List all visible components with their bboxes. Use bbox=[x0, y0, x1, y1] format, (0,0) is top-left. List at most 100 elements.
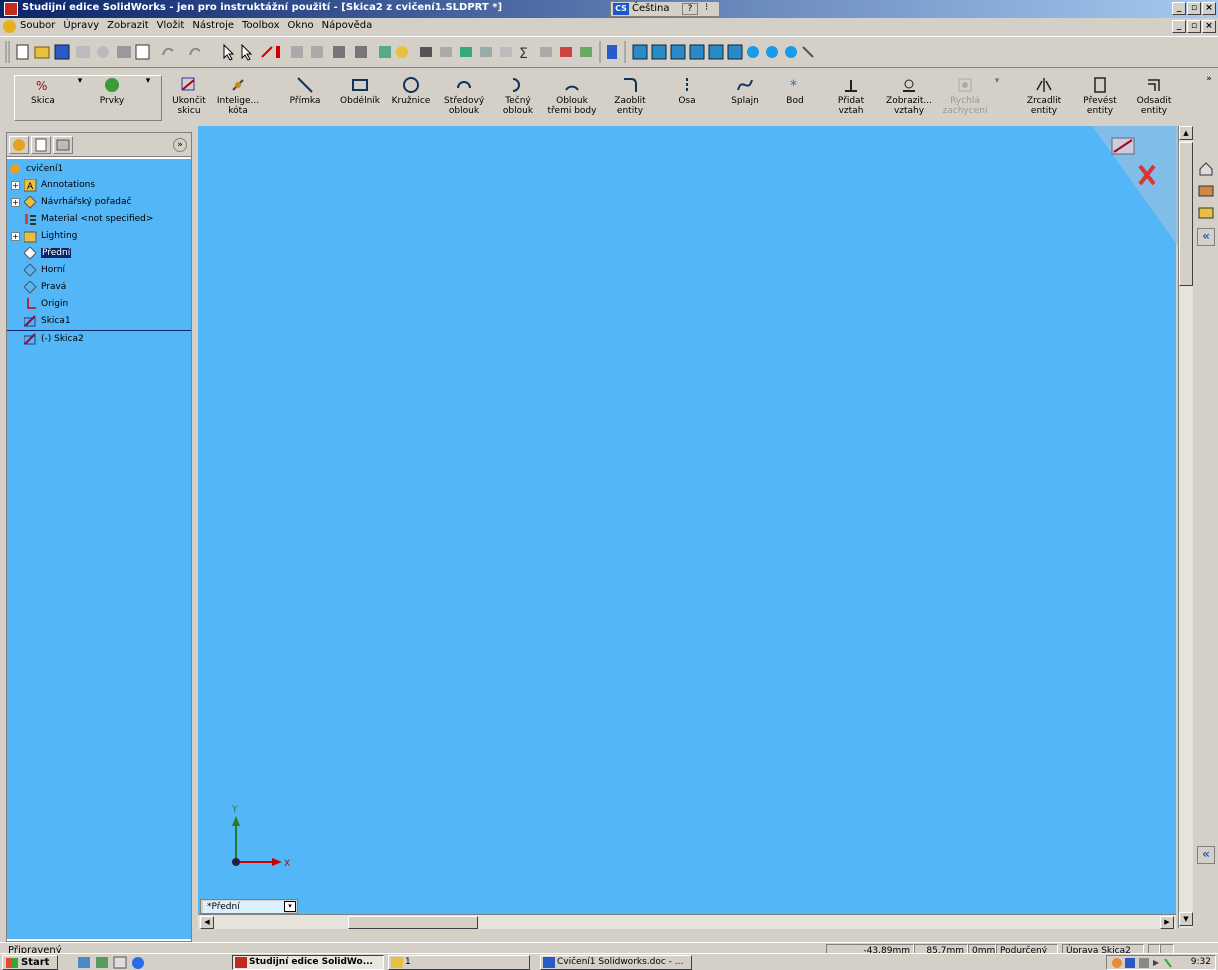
doc-maximize-button[interactable]: ▫ bbox=[1187, 20, 1201, 33]
sketch-fillet-icon bbox=[624, 78, 637, 92]
vertical-scroll-thumb[interactable] bbox=[1179, 142, 1193, 286]
solidworks-app-icon[interactable] bbox=[4, 2, 18, 16]
system-tray: 9:32 bbox=[1106, 955, 1216, 970]
tree-plane-top[interactable]: Horní bbox=[24, 262, 65, 278]
menu-zobrazit[interactable]: Zobrazit bbox=[107, 20, 149, 31]
tree-material[interactable]: Material <not specified> bbox=[24, 211, 153, 227]
language-code: CS bbox=[613, 3, 629, 15]
rychla-zachyceni-dropdown[interactable]: ▾ bbox=[990, 76, 1004, 86]
prvky-tab[interactable]: Prvky bbox=[94, 76, 130, 106]
prvky-dropdown[interactable]: ▾ bbox=[140, 76, 156, 86]
tray-icons[interactable] bbox=[1111, 957, 1181, 969]
odsadit-entity-button[interactable]: Odsadit entity bbox=[1134, 76, 1174, 116]
more-commands-button[interactable]: » bbox=[1204, 74, 1214, 84]
tree-root[interactable]: cvičení1 bbox=[9, 161, 63, 177]
prevest-entity-button[interactable]: Převést entity bbox=[1080, 76, 1120, 116]
window-title: Studijní edice SolidWorks - jen pro inst… bbox=[22, 2, 503, 13]
zaoblit-entity-button[interactable]: Zaoblit entity bbox=[612, 76, 648, 116]
vertical-scrollbar[interactable]: ▲ ▼ bbox=[1178, 126, 1193, 928]
part-icon bbox=[10, 163, 20, 174]
tree-skica2[interactable]: (-) Skica2 bbox=[24, 331, 84, 347]
horizontal-scroll-thumb[interactable] bbox=[348, 916, 478, 929]
task-pane-tabs: « « bbox=[1195, 150, 1217, 940]
task-folder[interactable]: 1 bbox=[388, 955, 530, 970]
start-button[interactable]: Start bbox=[2, 955, 58, 970]
language-options-icon[interactable]: ⁝ bbox=[705, 2, 708, 13]
skica-dropdown[interactable]: ▾ bbox=[72, 76, 88, 86]
menu-napoveda[interactable]: Nápověda bbox=[322, 20, 373, 31]
scroll-down-button[interactable]: ▼ bbox=[1179, 912, 1193, 926]
scroll-right-button[interactable]: ▶ bbox=[1160, 916, 1174, 929]
bod-button[interactable]: * Bod bbox=[780, 76, 810, 106]
tree-lighting[interactable]: + Lighting bbox=[11, 228, 77, 244]
splajn-button[interactable]: Splajn bbox=[728, 76, 762, 106]
close-button[interactable]: × bbox=[1202, 2, 1216, 15]
minimize-button[interactable]: _ bbox=[1172, 2, 1186, 15]
zrcadlit-entity-button[interactable]: Zrcadlit entity bbox=[1024, 76, 1064, 116]
configurationmanager-tab[interactable] bbox=[53, 136, 73, 154]
feature-manager-tabs: » bbox=[7, 133, 191, 157]
standard-toolbar: Σ bbox=[0, 36, 1218, 68]
expand-icon[interactable]: + bbox=[11, 197, 20, 207]
tecny-oblouk-button[interactable]: Tečný oblouk bbox=[500, 76, 536, 116]
maximize-button[interactable]: ▫ bbox=[1187, 2, 1201, 15]
kruznice-button[interactable]: Kružnice bbox=[391, 76, 431, 106]
menu-upravy[interactable]: Úpravy bbox=[63, 20, 99, 31]
tree-design-binder[interactable]: + Návrhářský pořadač bbox=[11, 194, 131, 210]
osa-button[interactable]: Osa bbox=[672, 76, 702, 106]
pridat-vztah-button[interactable]: Přidat vztah bbox=[834, 76, 868, 116]
menu-nastroje[interactable]: Nástroje bbox=[192, 20, 234, 31]
inteligentni-kota-button[interactable]: Intelige... kóta bbox=[216, 76, 260, 116]
horizontal-scrollbar[interactable]: ◀ ▶ bbox=[198, 914, 1176, 929]
menu-soubor[interactable]: Soubor bbox=[20, 20, 55, 31]
language-label[interactable]: Čeština bbox=[632, 3, 670, 14]
solidworks-logo-icon[interactable] bbox=[3, 20, 16, 33]
oblouk-tremi-body-button[interactable]: Oblouk třemi body bbox=[544, 76, 600, 116]
task-word-document[interactable]: Cvičení1 Solidworks.doc - ... bbox=[540, 955, 692, 970]
design-binder-icon bbox=[24, 195, 37, 209]
propertymanager-tab[interactable] bbox=[31, 136, 51, 154]
stredovy-oblouk-button[interactable]: Středový oblouk bbox=[444, 76, 484, 116]
doc-close-button[interactable]: × bbox=[1202, 20, 1216, 33]
doc-minimize-button[interactable]: _ bbox=[1172, 20, 1186, 33]
skica-tab[interactable]: % Skica bbox=[26, 76, 60, 106]
task-pane-expand-button[interactable]: « bbox=[1197, 228, 1215, 246]
graphics-area[interactable]: Y X bbox=[198, 126, 1176, 926]
solidworks-task-icon bbox=[235, 957, 247, 968]
exit-sketch-confirm-icon[interactable] bbox=[1111, 137, 1135, 155]
scroll-left-button[interactable]: ◀ bbox=[200, 916, 214, 929]
menu-vlozit[interactable]: Vložit bbox=[157, 20, 185, 31]
resources-icon[interactable] bbox=[1197, 160, 1215, 178]
scroll-up-button[interactable]: ▲ bbox=[1179, 126, 1193, 140]
menu-okno[interactable]: Okno bbox=[288, 20, 314, 31]
standard-toolbar-icons[interactable]: Σ bbox=[0, 37, 1218, 67]
expand-icon[interactable]: + bbox=[11, 180, 20, 190]
tree-origin[interactable]: Origin bbox=[24, 296, 68, 312]
panel-collapse-button[interactable]: » bbox=[173, 138, 187, 152]
menu-toolbox[interactable]: Toolbox bbox=[242, 20, 280, 31]
quick-launch-icons[interactable] bbox=[76, 956, 176, 970]
language-bar[interactable]: CS Čeština ? ⁝ bbox=[610, 1, 720, 17]
tree-plane-right[interactable]: Pravá bbox=[24, 279, 66, 295]
file-explorer-icon[interactable] bbox=[1197, 204, 1215, 222]
ukoncit-skicu-button[interactable]: Ukončit skicu bbox=[168, 76, 210, 116]
task-pane-expand-bottom-button[interactable]: « bbox=[1197, 846, 1215, 864]
design-library-icon[interactable] bbox=[1197, 182, 1215, 200]
view-tab[interactable]: *Přední ▾ bbox=[200, 899, 298, 914]
task-solidworks[interactable]: Studijní edice SolidWo... bbox=[232, 955, 384, 970]
rychla-zachyceni-button[interactable]: Rychlá zachycení bbox=[940, 76, 990, 116]
featuremanager-tab[interactable] bbox=[9, 136, 29, 154]
tree-plane-front[interactable]: Přední bbox=[24, 245, 72, 261]
expand-icon[interactable]: + bbox=[11, 231, 20, 241]
tree-skica1[interactable]: Skica1 bbox=[24, 313, 71, 329]
help-icon[interactable]: ? bbox=[682, 3, 698, 15]
tree-annotations[interactable]: + A Annotations bbox=[11, 177, 95, 193]
add-relation-icon bbox=[845, 80, 857, 92]
zobrazit-vztahy-button[interactable]: Zobrazit... vztahy bbox=[884, 76, 934, 116]
confirmation-corner bbox=[1092, 126, 1178, 246]
primka-button[interactable]: Přímka bbox=[288, 76, 322, 106]
point-icon: * bbox=[790, 78, 797, 94]
centerline-icon bbox=[686, 78, 688, 92]
obdelnik-button[interactable]: Obdélník bbox=[338, 76, 382, 106]
view-tab-dropdown[interactable]: ▾ bbox=[284, 901, 296, 912]
